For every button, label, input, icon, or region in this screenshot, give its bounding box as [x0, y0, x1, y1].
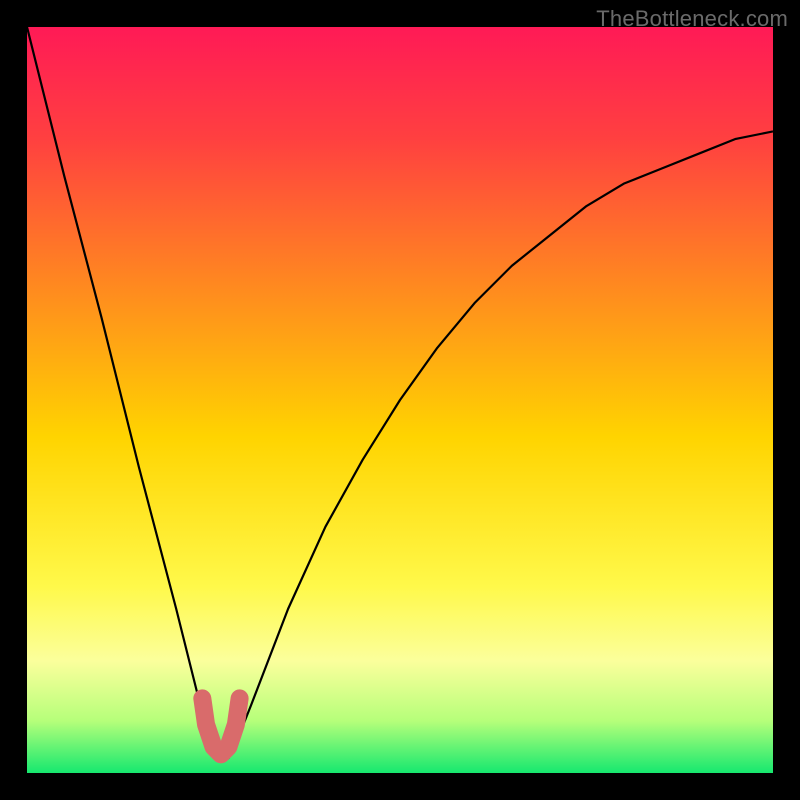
chart-svg [27, 27, 773, 773]
chart-outer-frame: TheBottleneck.com [0, 0, 800, 800]
plot-area [27, 27, 773, 773]
watermark-text: TheBottleneck.com [596, 6, 788, 32]
